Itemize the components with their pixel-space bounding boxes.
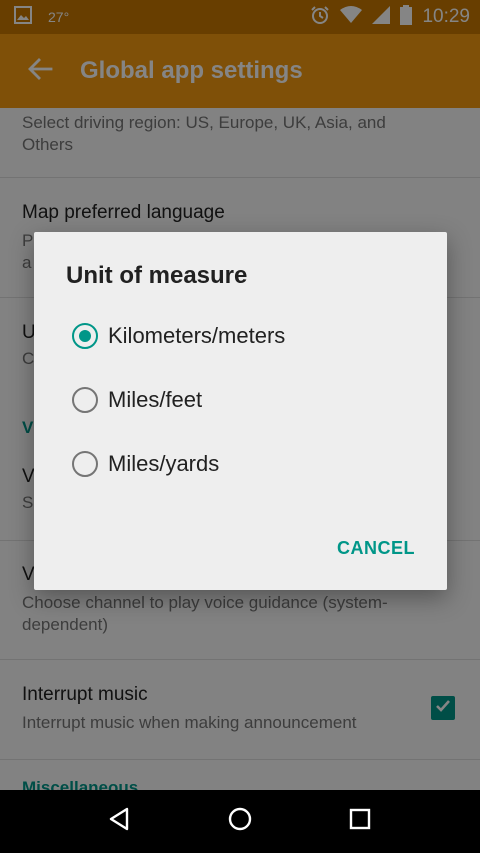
dialog-title: Unit of measure: [66, 262, 248, 289]
radio-label: Miles/yards: [108, 451, 220, 476]
radio-button[interactable]: [72, 387, 98, 413]
option-kilometers-meters[interactable]: Kilometers/meters: [72, 311, 432, 361]
option-miles-yards[interactable]: Miles/yards: [72, 439, 432, 489]
back-icon: [107, 806, 133, 837]
radio-button-selected[interactable]: [72, 323, 98, 349]
radio-dot: [79, 330, 91, 342]
cancel-button[interactable]: CANCEL: [327, 528, 425, 568]
option-miles-feet[interactable]: Miles/feet: [72, 375, 432, 425]
nav-back-button[interactable]: [95, 797, 145, 847]
nav-home-button[interactable]: [215, 797, 265, 847]
radio-label: Kilometers/meters: [108, 323, 286, 348]
radio-button[interactable]: [72, 451, 98, 477]
navigation-bar: [0, 790, 480, 853]
home-icon: [227, 806, 253, 837]
recents-icon: [348, 807, 372, 836]
unit-of-measure-dialog: Unit of measure Kilometers/meters Miles/…: [34, 232, 447, 590]
radio-label: Miles/feet: [108, 387, 203, 412]
scrim-top: [0, 0, 480, 108]
screen: 27° 10:29 Global app settings Select dri…: [0, 0, 480, 853]
nav-recents-button[interactable]: [335, 797, 385, 847]
